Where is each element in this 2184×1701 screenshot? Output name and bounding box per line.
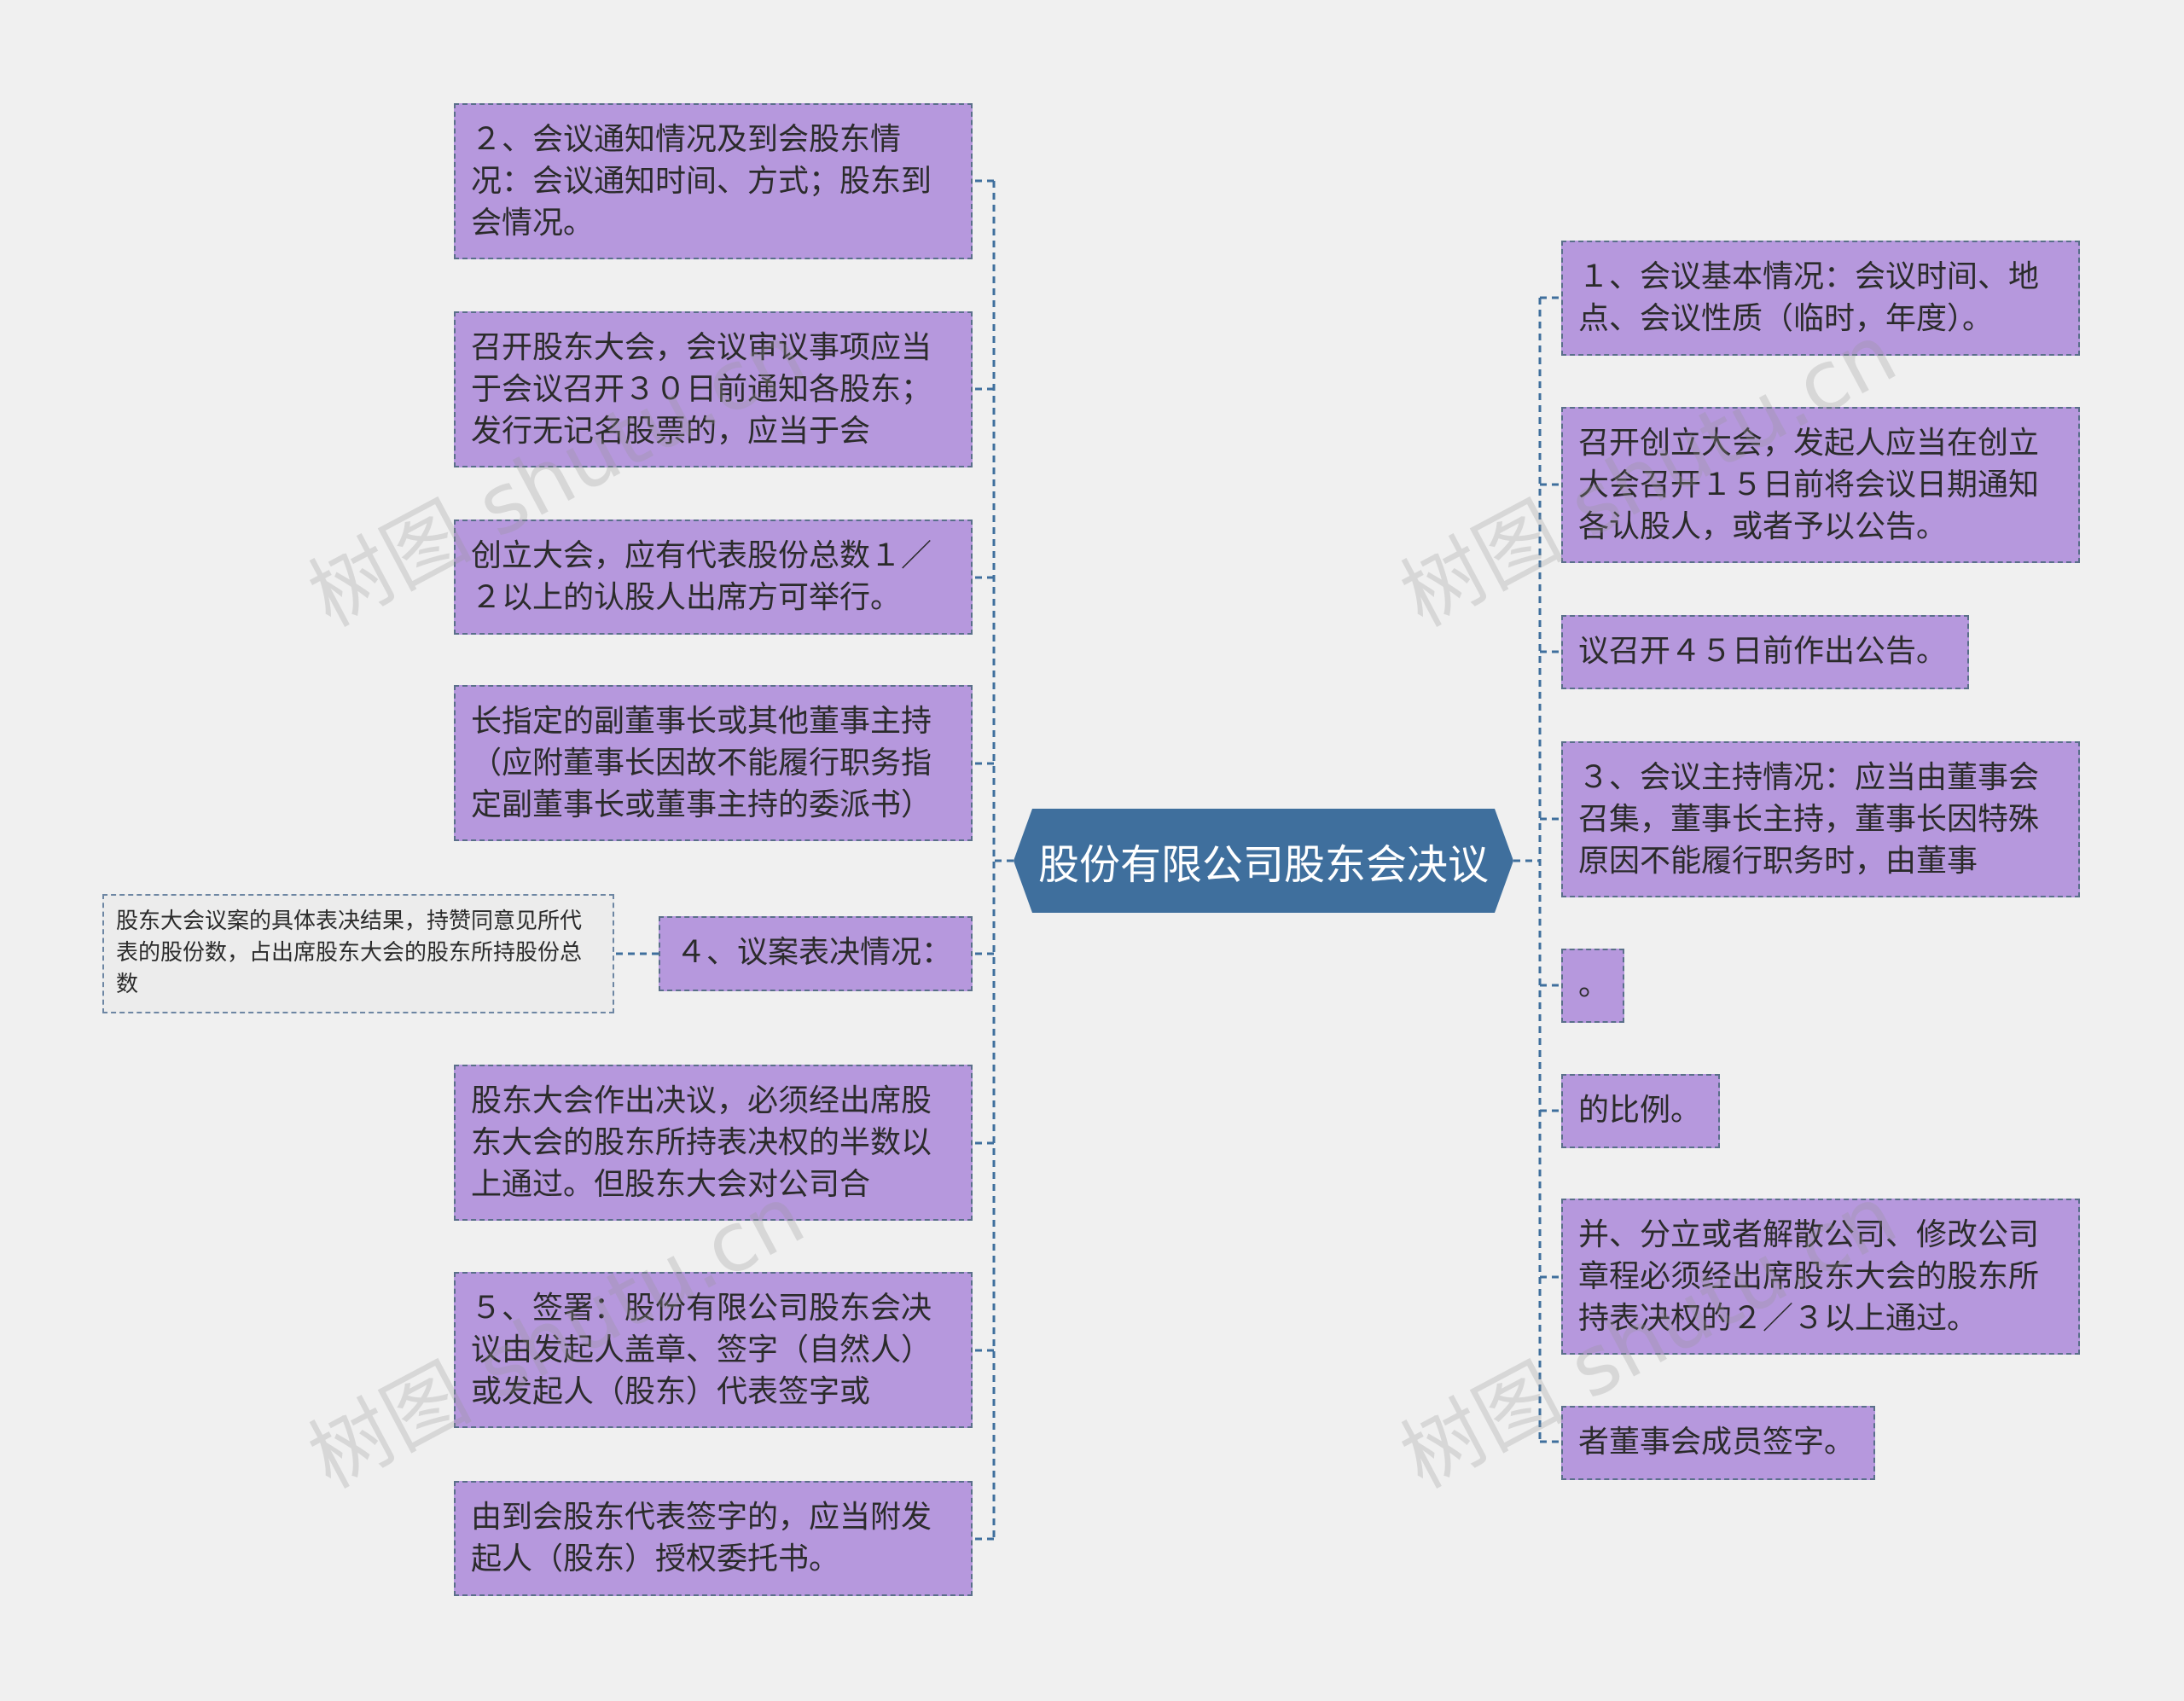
- right-node-8[interactable]: 者董事会成员签字。: [1561, 1406, 1875, 1480]
- left-node-8[interactable]: 由到会股东代表签字的，应当附发起人（股东）授权委托书。: [454, 1481, 973, 1596]
- right-node-5[interactable]: 。: [1561, 949, 1624, 1023]
- central-topic[interactable]: 股份有限公司股东会决议: [1014, 809, 1513, 913]
- left-node-2[interactable]: 召开股东大会，会议审议事项应当于会议召开３０日前通知各股东；发行无记名股票的，应…: [454, 311, 973, 467]
- right-node-6[interactable]: 的比例。: [1561, 1074, 1720, 1148]
- left-node-5[interactable]: ４、议案表决情况：: [659, 916, 973, 991]
- left-node-7[interactable]: ５、签署：股份有限公司股东会决议由发起人盖章、签字（自然人）或发起人（股东）代表…: [454, 1272, 973, 1428]
- left-node-3[interactable]: 创立大会，应有代表股份总数１／２以上的认股人出席方可举行。: [454, 520, 973, 635]
- central-topic-label: 股份有限公司股东会决议: [1037, 841, 1489, 889]
- left-node-1[interactable]: ２、会议通知情况及到会股东情况：会议通知时间、方式；股东到会情况。: [454, 103, 973, 259]
- right-node-3[interactable]: 议召开４５日前作出公告。: [1561, 615, 1969, 689]
- right-node-4[interactable]: ３、会议主持情况：应当由董事会召集，董事长主持，董事长因特殊原因不能履行职务时，…: [1561, 741, 2080, 897]
- left-leaf-node[interactable]: 股东大会议案的具体表决结果，持赞同意见所代表的股份数，占出席股东大会的股东所持股…: [102, 894, 614, 1013]
- left-node-4[interactable]: 长指定的副董事长或其他董事主持（应附董事长因故不能履行职务指定副董事长或董事主持…: [454, 685, 973, 841]
- right-node-1[interactable]: １、会议基本情况：会议时间、地点、会议性质（临时，年度）。: [1561, 241, 2080, 356]
- right-node-7[interactable]: 并、分立或者解散公司、修改公司章程必须经出席股东大会的股东所持表决权的２／３以上…: [1561, 1199, 2080, 1355]
- left-node-6[interactable]: 股东大会作出决议，必须经出席股东大会的股东所持表决权的半数以上通过。但股东大会对…: [454, 1065, 973, 1221]
- right-node-2[interactable]: 召开创立大会，发起人应当在创立大会召开１５日前将会议日期通知各认股人，或者予以公…: [1561, 407, 2080, 563]
